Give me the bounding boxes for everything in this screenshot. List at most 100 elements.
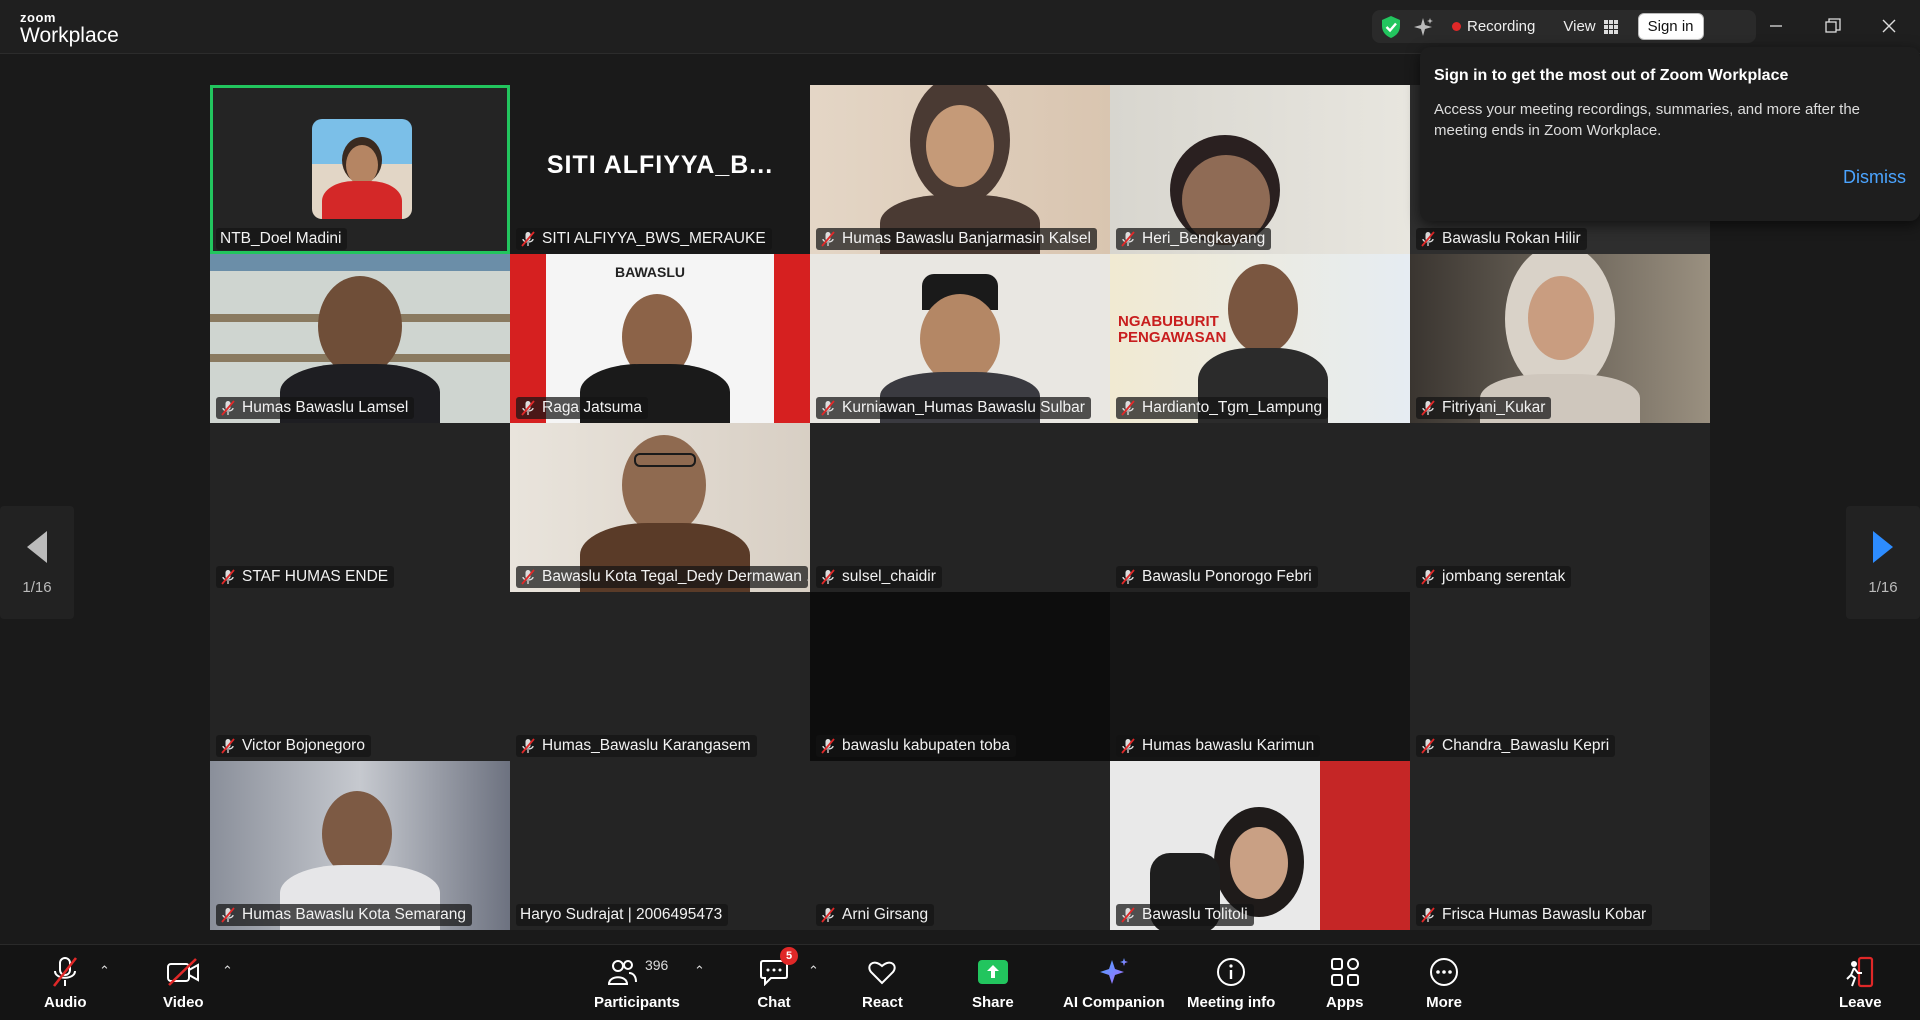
participant-name-label: Humas Bawaslu Banjarmasin Kalsel [816, 228, 1097, 250]
participant-tile[interactable]: NGABUBURIT PENGAWASAN Hardianto_Tgm_Lamp… [1110, 254, 1410, 423]
participant-tile[interactable]: Humas_Bawaslu Karangasem [510, 592, 810, 761]
audio-button[interactable]: Audio [44, 955, 87, 1011]
restore-button[interactable] [1818, 12, 1848, 40]
participant-name-label: Haryo Sudrajat | 2006495473 [516, 904, 729, 926]
meeting-info-button[interactable]: Meeting info [1187, 955, 1275, 1011]
video-options-chevron-icon[interactable]: ⌃ [222, 963, 233, 979]
participant-name: Bawaslu Kota Tegal_Dedy Dermawan ... [542, 568, 808, 585]
participant-tile[interactable]: BAWASLU Raga Jatsuma [510, 254, 810, 423]
sign-in-button[interactable]: Sign in [1637, 13, 1704, 40]
previous-page-button[interactable]: 1/16 [0, 506, 74, 619]
video-off-icon [167, 958, 200, 986]
participant-name: STAF HUMAS ENDE [242, 568, 389, 585]
video-label: Video [163, 994, 204, 1011]
participant-tile[interactable]: sulsel_chaidir [810, 423, 1110, 592]
close-window-button[interactable] [1874, 12, 1904, 40]
participant-name: Raga Jatsuma [542, 399, 642, 416]
participant-name-label: Hardianto_Tgm_Lampung [1116, 397, 1329, 419]
next-page-button[interactable]: 1/16 [1846, 506, 1920, 619]
participant-name: Humas_Bawaslu Karangasem [542, 737, 751, 754]
leave-button[interactable]: Leave [1839, 955, 1882, 1011]
react-label: React [862, 994, 903, 1011]
brand-bottom: Workplace [20, 24, 119, 47]
ai-companion-sparkle-icon [1099, 958, 1128, 984]
share-screen-icon [977, 960, 1008, 984]
recording-dot-icon [1452, 22, 1461, 31]
muted-mic-icon [1421, 400, 1435, 416]
minimize-button[interactable] [1761, 12, 1791, 40]
participant-name-label: SITI ALFIYYA_BWS_MERAUKE [516, 228, 772, 250]
ai-sparkle-icon[interactable] [1412, 16, 1434, 38]
participant-tile[interactable]: STAF HUMAS ENDE [210, 423, 510, 592]
participant-tile[interactable]: Chandra_Bawaslu Kepri [1410, 592, 1710, 761]
muted-mic-icon [1421, 738, 1435, 754]
brand-top: zoom [20, 10, 56, 25]
participant-name-label: sulsel_chaidir [816, 566, 942, 588]
meeting-status-pill: Recording View Sign in [1372, 10, 1756, 43]
participant-tile[interactable]: Bawaslu Kota Tegal_Dedy Dermawan ... [510, 423, 810, 592]
muted-mic-icon [521, 738, 535, 754]
participant-tile[interactable]: Bawaslu Ponorogo Febri [1110, 423, 1410, 592]
minimize-icon [1770, 25, 1782, 27]
share-label: Share [972, 994, 1014, 1011]
gallery-grid-icon[interactable] [1603, 19, 1618, 34]
participant-name: Frisca Humas Bawaslu Kobar [1442, 906, 1647, 923]
participants-icon [607, 960, 637, 985]
participant-name-label: Chandra_Bawaslu Kepri [1416, 735, 1616, 757]
muted-mic-icon [1421, 569, 1435, 585]
participant-tile[interactable]: Frisca Humas Bawaslu Kobar [1410, 761, 1710, 930]
muted-mic-icon [521, 569, 535, 585]
participant-tile[interactable]: Humas Bawaslu Kota Semarang [210, 761, 510, 930]
participant-name: Arni Girsang [842, 906, 929, 923]
participant-tile[interactable]: Humas Bawaslu Lamsel [210, 254, 510, 423]
participant-tile[interactable]: Heri_Bengkayang [1110, 85, 1410, 254]
participant-name-label: Humas bawaslu Karimun [1116, 735, 1321, 757]
participant-tile[interactable]: Bawaslu Tolitoli [1110, 761, 1410, 930]
participant-name: Heri_Bengkayang [1142, 230, 1266, 247]
recording-label[interactable]: Recording [1467, 18, 1535, 35]
participant-tile[interactable]: NTB_Doel Madini [210, 85, 510, 254]
muted-mic-icon [821, 569, 835, 585]
chevron-right-icon [1873, 531, 1893, 563]
participant-tile[interactable]: Fitriyani_Kukar [1410, 254, 1710, 423]
participant-name-label: Victor Bojonegoro [216, 735, 371, 757]
participant-name: NTB_Doel Madini [220, 230, 342, 247]
participant-tile[interactable]: jombang serentak [1410, 423, 1710, 592]
participant-tile[interactable]: bawaslu kabupaten toba [810, 592, 1110, 761]
muted-mic-icon [521, 400, 535, 416]
apps-button[interactable]: Apps [1326, 955, 1364, 1011]
participant-tile[interactable]: Haryo Sudrajat | 2006495473 [510, 761, 810, 930]
participant-tile[interactable]: SITI ALFIYYA_B... SITI ALFIYYA_BWS_MERAU… [510, 85, 810, 254]
participant-name: sulsel_chaidir [842, 568, 936, 585]
participant-name-label: Raga Jatsuma [516, 397, 648, 419]
banner-text: NGABUBURIT PENGAWASAN [1118, 313, 1227, 346]
chat-button[interactable]: 5 Chat [756, 947, 798, 1011]
chat-unread-badge: 5 [780, 947, 798, 965]
dismiss-button[interactable]: Dismiss [1843, 167, 1906, 188]
ai-companion-button[interactable]: AI Companion [1063, 955, 1165, 1011]
participants-button[interactable]: 396 Participants [594, 955, 680, 1011]
participants-options-chevron-icon[interactable]: ⌃ [694, 963, 705, 979]
participant-name: Hardianto_Tgm_Lampung [1142, 399, 1323, 416]
muted-mic-icon [521, 231, 535, 247]
participant-tile[interactable]: Kurniawan_Humas Bawaslu Sulbar [810, 254, 1110, 423]
video-button[interactable]: Video [163, 955, 204, 1011]
participant-tile[interactable]: Humas bawaslu Karimun [1110, 592, 1410, 761]
more-button[interactable]: More [1426, 955, 1462, 1011]
muted-mic-icon [821, 231, 835, 247]
encryption-shield-icon[interactable] [1380, 15, 1402, 39]
share-button[interactable]: Share [972, 955, 1014, 1011]
audio-label: Audio [44, 994, 87, 1011]
muted-mic-icon [821, 907, 835, 923]
participant-name: bawaslu kabupaten toba [842, 737, 1011, 754]
popup-title: Sign in to get the most out of Zoom Work… [1434, 67, 1789, 84]
participant-tile[interactable]: Humas Bawaslu Banjarmasin Kalsel [810, 85, 1110, 254]
meeting-info-label: Meeting info [1187, 994, 1276, 1011]
view-button[interactable]: View [1563, 18, 1595, 35]
chat-options-chevron-icon[interactable]: ⌃ [808, 963, 819, 979]
audio-options-chevron-icon[interactable]: ⌃ [99, 963, 110, 979]
react-button[interactable]: React [862, 955, 903, 1011]
participant-tile[interactable]: Victor Bojonegoro [210, 592, 510, 761]
participant-tile[interactable]: Arni Girsang [810, 761, 1110, 930]
info-icon [1217, 958, 1246, 986]
